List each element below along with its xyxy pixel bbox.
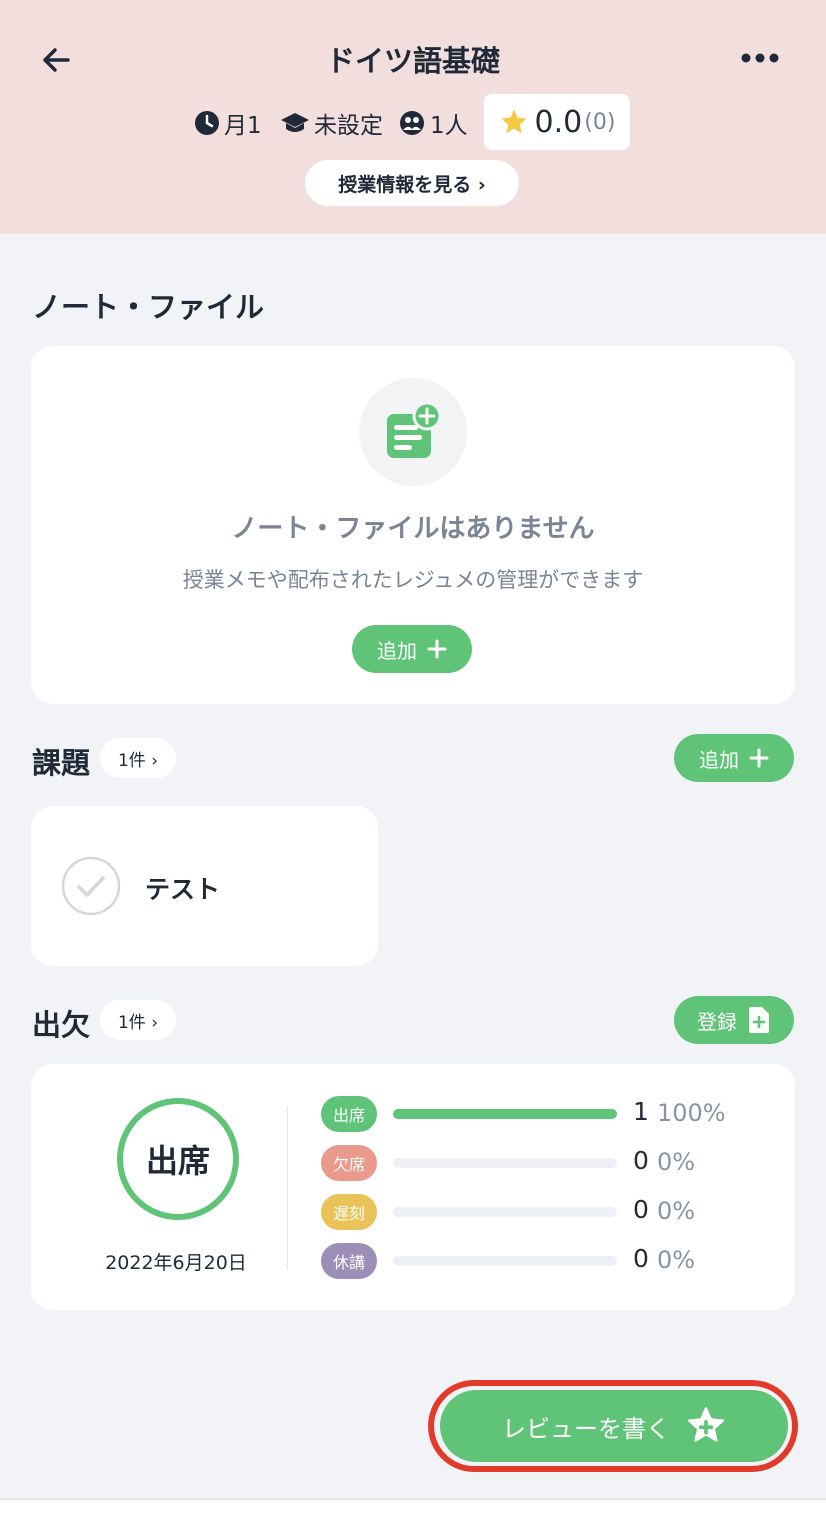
notes-empty-card: ノート・ファイルはありません 授業メモや配布されたレジュメの管理ができます 追加 xyxy=(31,346,795,704)
late-badge: 遅刻 xyxy=(321,1194,377,1230)
divider xyxy=(287,1106,288,1270)
present-percent: 100% xyxy=(657,1099,726,1127)
absent-badge: 欠席 xyxy=(321,1145,377,1181)
task-card[interactable]: テスト xyxy=(31,806,378,966)
notes-empty-title: ノート・ファイルはありません xyxy=(231,514,595,544)
add-note-button[interactable]: 追加 xyxy=(352,625,472,673)
star-add-icon xyxy=(688,1407,724,1442)
period-label: 月1 xyxy=(224,113,262,139)
attendance-date: 2022年6月20日 xyxy=(105,1252,247,1274)
attendance-card: 出席 2022年6月20日 出席 1 100% 欠席 0 0% 遅刻 0 0% … xyxy=(31,1064,795,1310)
attendance-row-present: 出席 1 100% xyxy=(321,1096,781,1132)
document-add-icon xyxy=(749,1007,769,1033)
rating-count: (0) xyxy=(584,109,616,135)
rating-badge[interactable]: 0.0 (0) xyxy=(484,94,630,150)
present-badge: 出席 xyxy=(321,1096,377,1132)
tasks-section-title: 課題 xyxy=(32,746,91,780)
cancelled-badge: 休講 xyxy=(321,1243,377,1279)
bottom-bar xyxy=(0,1500,826,1514)
attendance-status-circle: 出席 xyxy=(117,1098,239,1220)
write-review-button[interactable]: レビューを書く xyxy=(440,1390,788,1462)
cancelled-progress-track xyxy=(393,1256,617,1266)
absent-count: 0 xyxy=(633,1146,649,1175)
late-percent: 0% xyxy=(657,1197,696,1225)
register-attendance-button[interactable]: 登録 xyxy=(674,996,794,1044)
room-info: 未設定 xyxy=(280,108,383,139)
notes-section-title: ノート・ファイル xyxy=(32,290,265,324)
add-task-button[interactable]: 追加 xyxy=(674,734,794,782)
absent-percent: 0% xyxy=(657,1148,696,1176)
more-options-icon[interactable] xyxy=(738,42,782,74)
course-meta-row: 月1 未設定 1人 0.0 (0) xyxy=(0,94,826,150)
attendance-section-title: 出欠 xyxy=(32,1008,91,1042)
add-note-label: 追加 xyxy=(377,638,417,663)
write-review-label: レビューを書く xyxy=(502,1414,670,1443)
course-info-button[interactable]: 授業情報を見る › xyxy=(305,160,519,206)
attendance-count-pill[interactable]: 1件 › xyxy=(100,1000,176,1040)
present-progress-bar xyxy=(393,1109,617,1119)
note-add-icon xyxy=(359,378,467,486)
star-icon xyxy=(501,109,527,134)
clock-icon xyxy=(195,111,219,135)
absent-progress-track xyxy=(393,1158,617,1168)
period-info: 月1 xyxy=(194,108,262,139)
cancelled-count: 0 xyxy=(633,1244,649,1273)
cancelled-percent: 0% xyxy=(657,1246,696,1274)
register-label: 登録 xyxy=(697,1009,737,1034)
people-icon xyxy=(400,111,424,135)
attendance-row-absent: 欠席 0 0% xyxy=(321,1145,781,1181)
add-task-label: 追加 xyxy=(699,747,739,772)
late-count: 0 xyxy=(633,1195,649,1224)
task-checkbox-icon[interactable] xyxy=(61,856,121,916)
course-header: ドイツ語基礎 月1 未設定 1人 0.0 (0) 授業情報を見る › xyxy=(0,0,826,234)
room-label: 未設定 xyxy=(314,113,383,139)
course-title: ドイツ語基礎 xyxy=(325,44,500,78)
plus-icon xyxy=(427,639,447,659)
graduation-cap-icon xyxy=(281,113,309,132)
notes-empty-subtitle: 授業メモや配布されたレジュメの管理ができます xyxy=(182,568,644,592)
members-label: 1人 xyxy=(430,113,468,139)
attendance-row-late: 遅刻 0 0% xyxy=(321,1194,781,1230)
tasks-count-pill[interactable]: 1件 › xyxy=(100,738,176,778)
plus-icon xyxy=(749,748,769,768)
task-title: テスト xyxy=(145,875,221,904)
late-progress-track xyxy=(393,1207,617,1217)
rating-value: 0.0 xyxy=(534,104,583,140)
present-count: 1 xyxy=(633,1097,649,1126)
members-info: 1人 xyxy=(398,108,468,139)
present-progress-track xyxy=(393,1109,617,1119)
attendance-row-cancelled: 休講 0 0% xyxy=(321,1243,781,1279)
